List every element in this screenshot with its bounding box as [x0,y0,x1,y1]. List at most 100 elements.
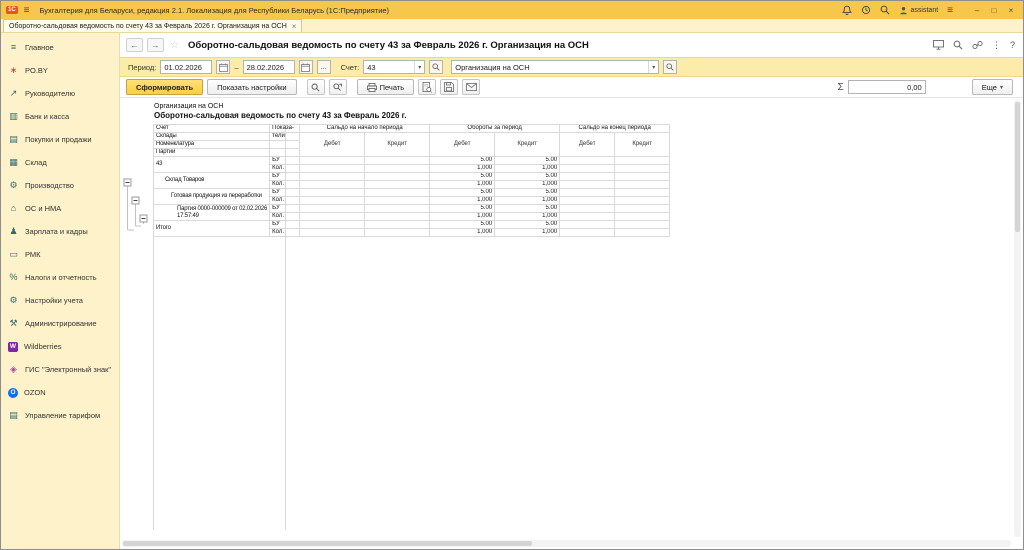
cell-turnover-credit[interactable]: 5.00 [494,220,561,229]
indicator-cell[interactable]: Кол. [269,164,301,173]
cell-empty[interactable] [559,188,616,197]
indicator-cell[interactable]: БУ [269,172,301,181]
cell-empty[interactable] [299,212,366,221]
send-email-button[interactable] [462,79,481,95]
cell-turnover-debit[interactable]: 5.00 [429,156,496,165]
cell-empty[interactable] [559,172,616,181]
cell-empty[interactable] [299,220,366,229]
close-button[interactable]: × [1004,4,1018,16]
cell-empty[interactable] [559,156,616,165]
find-next-button[interactable] [328,79,347,95]
cell-empty[interactable] [614,196,671,205]
print-preview-button[interactable] [418,79,437,95]
row-label-nomenclature[interactable]: Готовая продукция из переработки [152,188,271,205]
cell-empty[interactable] [364,196,431,205]
period-from-input[interactable]: 01.02.2026 [160,60,213,74]
indicator-cell[interactable]: Кол. [269,228,301,237]
cell-empty[interactable] [299,228,366,237]
cell-empty[interactable] [614,172,671,181]
maximize-button[interactable]: □ [987,4,1001,16]
indicator-cell[interactable]: БУ [269,156,301,165]
cell-empty[interactable] [614,212,671,221]
cell-empty[interactable] [364,164,431,173]
back-button[interactable]: ← [126,38,143,52]
cell-turnover-credit[interactable]: 5.00 [494,156,561,165]
cell-empty[interactable] [614,228,671,237]
sidebar-item-ozon[interactable]: O OZON [1,381,119,404]
sidebar-item-poby[interactable]: ∗ PO.BY [1,59,119,82]
cell-turnover-debit[interactable]: 1,000 [429,196,496,205]
cell-empty[interactable] [559,228,616,237]
cell-empty[interactable] [614,204,671,213]
sidebar-item-sklad[interactable]: ▦ Склад [1,151,119,174]
cell-turnover-credit[interactable]: 1,000 [494,228,561,237]
sidebar-item-nastroyki-ucheta[interactable]: ⚙ Настройки учета [1,289,119,312]
cell-empty[interactable] [364,212,431,221]
cell-empty[interactable] [559,180,616,189]
search-icon[interactable] [953,40,963,50]
sidebar-item-upravlenie-tarifom[interactable]: ▤ Управление тарифом [1,404,119,427]
sidebar-item-glavnoe[interactable]: ≡ Главное [1,36,119,59]
notifications-bell-icon[interactable] [841,5,852,16]
cell-turnover-credit[interactable]: 5.00 [494,172,561,181]
cell-empty[interactable] [364,204,431,213]
main-menu-icon[interactable]: ≡ [24,5,30,16]
cell-turnover-debit[interactable]: 5.00 [429,188,496,197]
cell-turnover-credit[interactable]: 1,000 [494,196,561,205]
more-button[interactable]: Еще ▾ [971,79,1013,95]
account-choose-button[interactable] [429,60,444,74]
period-options-button[interactable]: ... [316,60,331,74]
cell-empty[interactable] [614,220,671,229]
sidebar-item-os-i-nma[interactable]: ⌂ ОС и НМА [1,197,119,220]
cell-empty[interactable] [299,204,366,213]
cell-turnover-debit[interactable]: 1,000 [429,228,496,237]
cell-empty[interactable] [559,220,616,229]
cell-empty[interactable] [614,156,671,165]
cell-empty[interactable] [364,156,431,165]
indicator-cell[interactable]: БУ [269,204,301,213]
cell-empty[interactable] [364,188,431,197]
sidebar-item-administrirovanie[interactable]: ⚒ Администрирование [1,312,119,335]
sidebar-item-wildberries[interactable]: W Wildberries [1,335,119,358]
favorite-star-icon[interactable]: ☆ [170,40,179,51]
cell-empty[interactable] [364,220,431,229]
period-to-input[interactable]: 28.02.2026 [242,60,295,74]
find-button[interactable] [306,79,325,95]
row-label-total[interactable]: Итого [152,220,271,237]
save-button[interactable] [440,79,459,95]
minimize-button[interactable]: – [970,4,984,16]
monitor-icon[interactable] [933,40,944,50]
sidebar-item-proizvodstvo[interactable]: ⚙ Производство [1,174,119,197]
kebab-menu-icon[interactable]: ⋮ [992,40,1001,51]
cell-turnover-credit[interactable]: 5.00 [494,204,561,213]
cell-empty[interactable] [614,188,671,197]
sidebar-item-pokupki-i-prodazhi[interactable]: ▤ Покупки и продажи [1,128,119,151]
cell-empty[interactable] [559,212,616,221]
sidebar-item-rmk[interactable]: ▭ РМК [1,243,119,266]
account-input[interactable]: 43 ▾ [363,60,426,74]
generate-button[interactable]: Сформировать [126,79,204,95]
cell-empty[interactable] [299,156,366,165]
cell-turnover-credit[interactable]: 5.00 [494,188,561,197]
cell-empty[interactable] [364,180,431,189]
cell-turnover-debit[interactable]: 1,000 [429,212,496,221]
search-icon[interactable] [880,5,890,15]
cell-empty[interactable] [364,228,431,237]
cell-empty[interactable] [559,204,616,213]
vertical-scrollbar[interactable] [1014,100,1021,537]
forward-button[interactable]: → [147,38,164,52]
row-label-batch[interactable]: Партия 0000-000009 от 02.02.2026 17:57:4… [152,204,271,221]
tab-close-icon[interactable]: × [292,22,297,31]
cell-empty[interactable] [299,164,366,173]
sidebar-item-zarplata-i-kadry[interactable]: ♟ Зарплата и кадры [1,220,119,243]
help-icon[interactable]: ? [1010,40,1015,50]
cell-turnover-debit[interactable]: 1,000 [429,180,496,189]
history-icon[interactable] [861,5,871,15]
cell-turnover-credit[interactable]: 1,000 [494,180,561,189]
horizontal-scrollbar[interactable] [122,540,1011,547]
indicator-cell[interactable]: Кол. [269,180,301,189]
calendar-icon[interactable] [298,60,313,74]
row-label-warehouse[interactable]: Склад Товаров [152,172,271,189]
cell-turnover-debit[interactable]: 5.00 [429,204,496,213]
tab-report[interactable]: Оборотно-сальдовая ведомость по счету 43… [3,19,303,32]
